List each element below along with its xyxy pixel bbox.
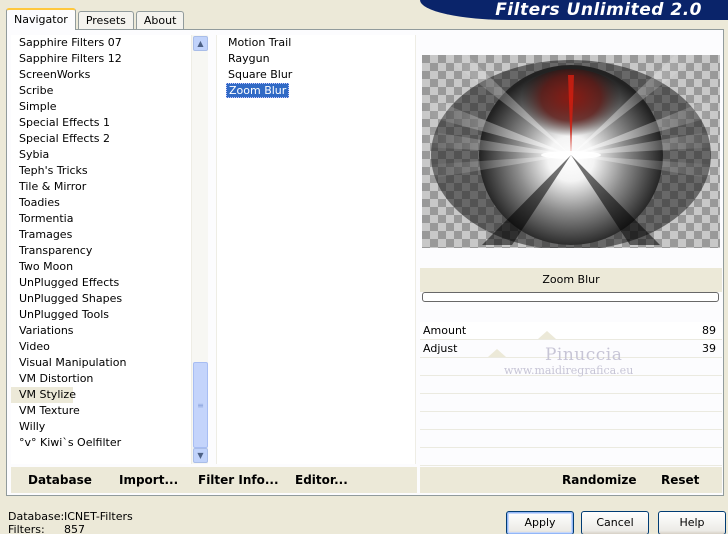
progress-bar [422,292,719,302]
watermark-name: Pinuccia [544,345,623,365]
filter-item[interactable]: Zoom Blur [217,83,415,99]
category-item[interactable]: Transparency [11,243,207,259]
database-value: ICNET-Filters [64,510,133,523]
category-item[interactable]: Willy [11,419,207,435]
watermark-url: www.maidiregrafica.eu [504,363,634,377]
category-item[interactable]: Visual Manipulation [11,355,207,371]
category-item[interactable]: UnPlugged Effects [11,275,207,291]
slider-empty [420,376,722,394]
category-item[interactable]: °v° Kiwi`s Oelfilter [11,435,207,451]
category-item[interactable]: Two Moon [11,259,207,275]
tab-navigator[interactable]: Navigator [6,8,76,30]
filter-list[interactable]: Motion Trail Raygun Square Blur Zoom Blur [216,35,416,464]
filters-count: 857 [64,523,85,534]
current-filter-name: Zoom Blur [420,268,722,292]
category-item[interactable]: Simple [11,99,207,115]
category-item[interactable]: VM Distortion [11,371,207,387]
filters-label: Filters: [8,523,45,534]
filter-item-label: Raygun [228,52,270,65]
category-item[interactable]: Special Effects 1 [11,115,207,131]
scroll-thumb[interactable]: ≡ [193,362,208,448]
slider-amount[interactable]: Amount 89 [420,322,722,340]
editor-button[interactable]: Editor... [295,473,348,487]
cancel-button[interactable]: Cancel [581,511,649,534]
database-label: Database: [8,510,65,523]
category-item[interactable]: Variations [11,323,207,339]
slider-empty [420,412,722,430]
category-item[interactable]: Tramages [11,227,207,243]
category-item[interactable]: Tormentia [11,211,207,227]
slider-value: 39 [702,342,716,355]
watermark: Pinuccia www.maidiregrafica.eu [504,346,633,377]
app-title: Filters Unlimited 2.0 [495,0,702,20]
category-item[interactable]: Sapphire Filters 07 [11,35,207,51]
import-button[interactable]: Import... [119,473,178,487]
tab-strip: Navigator Presets About [6,8,186,30]
preview-image [422,55,720,248]
slider-empty [420,430,722,448]
help-button[interactable]: Help [658,511,726,534]
scroll-down-icon[interactable]: ▼ [193,448,208,463]
slider-thumb[interactable] [537,331,556,339]
category-item[interactable]: VM Stylize [11,387,76,403]
slider-thumb[interactable] [487,349,506,357]
filter-item-label: Square Blur [228,68,293,81]
database-button[interactable]: Database [28,473,92,487]
category-item[interactable]: Video [11,339,207,355]
filter-item[interactable]: Motion Trail [217,35,415,51]
slider-empty [420,394,722,412]
right-button-bar: Randomize Reset [420,467,722,493]
category-item[interactable]: UnPlugged Tools [11,307,207,323]
slider-label: Adjust [423,342,458,355]
category-item[interactable]: Toadies [11,195,207,211]
category-item[interactable]: Scribe [11,83,207,99]
filter-item-label: Motion Trail [228,36,292,49]
apply-button[interactable]: Apply [506,511,574,534]
category-item[interactable]: UnPlugged Shapes [11,291,207,307]
parameter-sliders: Amount 89 Adjust 39 [420,322,722,466]
reset-button[interactable]: Reset [661,473,699,487]
tab-presets[interactable]: Presets [77,11,134,30]
category-list[interactable]: Sapphire Filters 07 Sapphire Filters 12 Sc… [11,35,207,464]
category-item[interactable]: VM Texture [11,403,207,419]
randomize-button[interactable]: Randomize [562,473,636,487]
title-banner: Filters Unlimited 2.0 [420,0,728,20]
category-item[interactable]: ScreenWorks [11,67,207,83]
scroll-up-icon[interactable]: ▲ [193,36,208,51]
category-item[interactable]: Sapphire Filters 12 [11,51,207,67]
category-item[interactable]: Tile & Mirror [11,179,207,195]
left-button-bar: Database Import... Filter Info... Editor… [11,467,417,493]
status-info: Database:ICNET-Filters Filters: 857 [8,510,133,534]
category-item[interactable]: Special Effects 2 [11,131,207,147]
slider-empty [420,448,722,466]
filter-item[interactable]: Raygun [217,51,415,67]
category-scrollbar[interactable]: ▲ ≡ ▼ [191,35,208,464]
tab-about[interactable]: About [135,11,185,30]
filter-item-label: Zoom Blur [226,83,290,98]
filter-item[interactable]: Square Blur [217,67,415,83]
category-item[interactable]: Teph's Tricks [11,163,207,179]
category-item[interactable]: Sybia [11,147,207,163]
slider-label: Amount [423,324,467,337]
slider-value: 89 [702,324,716,337]
filter-info-button[interactable]: Filter Info... [198,473,279,487]
